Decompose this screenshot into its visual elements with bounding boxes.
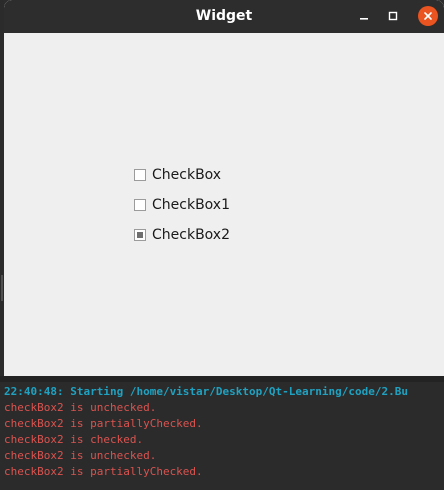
- console-line-4: checkBox2 is unchecked.: [4, 449, 157, 462]
- application-output-console[interactable]: 22:40:48: Starting /home/vistar/Desktop/…: [0, 376, 444, 490]
- close-button[interactable]: [418, 6, 438, 26]
- checkbox-2[interactable]: CheckBox2: [134, 225, 230, 245]
- console-divider: [0, 376, 444, 382]
- checkbox-0[interactable]: CheckBox: [134, 165, 221, 185]
- checkbox-1-indicator[interactable]: [134, 199, 146, 211]
- console-line-1: checkBox2 is unchecked.: [4, 401, 157, 414]
- checkbox-1[interactable]: CheckBox1: [134, 195, 230, 215]
- maximize-button[interactable]: [382, 5, 404, 27]
- checkbox-0-label[interactable]: CheckBox: [152, 166, 221, 184]
- checkbox-0-indicator[interactable]: [134, 169, 146, 181]
- checkbox-2-label[interactable]: CheckBox2: [152, 226, 230, 244]
- maximize-icon: [388, 11, 398, 21]
- title-bar[interactable]: Widget: [4, 0, 444, 33]
- minimize-button[interactable]: [353, 5, 375, 27]
- background-strip-mark: [1, 275, 3, 301]
- console-line-5: checkBox2 is partiallyChecked.: [4, 465, 203, 478]
- console-line-3: checkBox2 is checked.: [4, 433, 144, 446]
- checkbox-2-indicator[interactable]: [134, 229, 146, 241]
- checkbox-1-label[interactable]: CheckBox1: [152, 196, 230, 214]
- close-icon: [424, 12, 432, 20]
- window-title: Widget: [195, 8, 253, 24]
- minimize-icon: [360, 18, 368, 20]
- console-line-2: checkBox2 is partiallyChecked.: [4, 417, 203, 430]
- console-line-0: 22:40:48: Starting /home/vistar/Desktop/…: [4, 385, 408, 398]
- widget-window: Widget CheckBox CheckBox1 CheckBox2: [4, 0, 444, 376]
- widget-content: CheckBox CheckBox1 CheckBox2: [4, 33, 444, 376]
